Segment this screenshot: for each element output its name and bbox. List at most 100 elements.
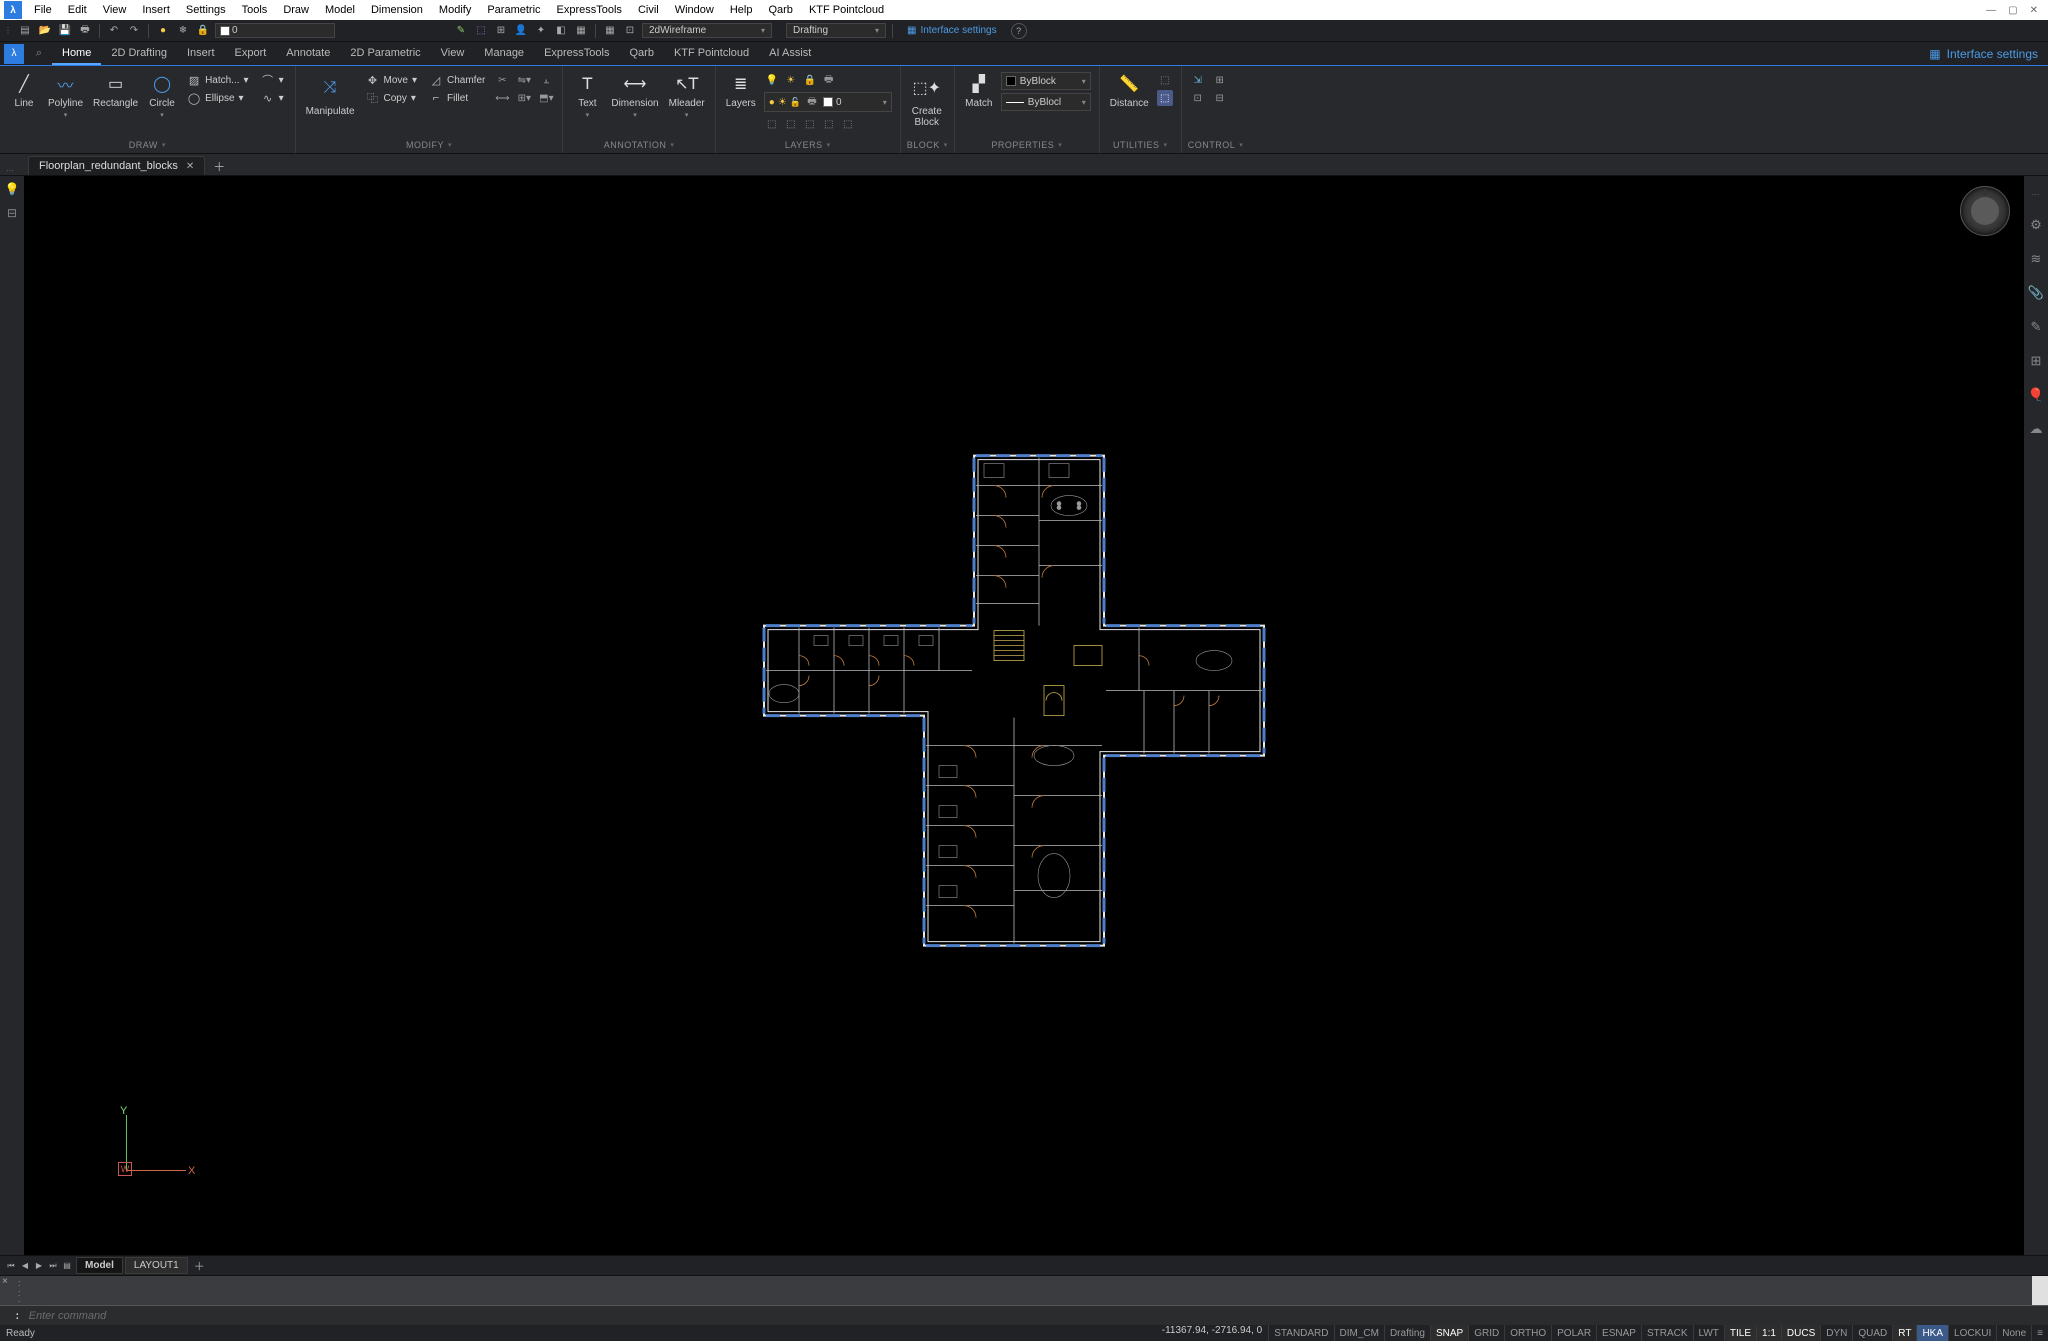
status-toggle-dyn[interactable]: DYN [1820,1325,1852,1341]
layers-button[interactable]: ≣Layers [722,70,760,111]
layer-plot-icon[interactable]: 🖶 [821,72,837,88]
mleader-button[interactable]: ↖𝖳Mleader▾ [665,70,709,121]
layout-tab-model[interactable]: Model [76,1257,123,1274]
grid-panel-icon[interactable]: ⊞ [2031,353,2042,369]
panel-title-draw[interactable]: DRAW [6,137,289,153]
menu-model[interactable]: Model [317,2,363,18]
status-toggle-esnap[interactable]: ESNAP [1596,1325,1641,1341]
tool-icon-3[interactable]: ⊞ [493,23,509,39]
text-button[interactable]: 𝖳Text▾ [569,70,605,121]
maximize-button[interactable]: ▢ [2004,5,2021,16]
layer-bulb-icon[interactable]: 💡 [764,72,780,88]
linetype-dropdown[interactable]: ByBlocl [1001,93,1091,111]
ellipse-button[interactable]: ◯Ellipse ▾ [184,90,252,106]
menu-insert[interactable]: Insert [134,2,178,18]
ribbon-tab-annotate[interactable]: Annotate [276,43,340,65]
pencil-icon[interactable]: ✎ [2031,319,2042,335]
control-icon-1[interactable]: ⇲ [1190,72,1206,88]
minimize-button[interactable]: — [1982,5,2000,16]
interface-settings-button[interactable]: ▦ Interface settings [1919,45,2048,63]
close-tab-icon[interactable]: ✕ [186,161,194,172]
layer-dropdown[interactable]: ● ☀ 🔓 🖶 0 [764,92,892,112]
new-icon[interactable]: ▤ [17,23,33,39]
ribbon-tab-qarb[interactable]: Qarb [619,43,663,65]
structure-icon[interactable]: ⊟ [7,206,17,220]
circle-button[interactable]: ◯Circle▾ [144,70,180,121]
create-block-button[interactable]: ⬚✦Create Block [907,70,947,130]
panel-title-block[interactable]: BLOCK [907,137,948,153]
menu-view[interactable]: View [95,2,135,18]
ribbon-tab-ktf-pointcloud[interactable]: KTF Pointcloud [664,43,759,65]
color-dropdown[interactable]: ByBlock [1001,72,1091,90]
menu-window[interactable]: Window [667,2,722,18]
menu-help[interactable]: Help [722,2,761,18]
trim-icon[interactable]: ✂ [494,72,510,88]
idea-icon[interactable]: 💡 [5,182,20,196]
menu-dimension[interactable]: Dimension [363,2,431,18]
layer-tool-1[interactable]: ⬚ [764,116,780,132]
help-icon[interactable]: ? [1011,23,1027,39]
status-toggle-hka[interactable]: HKA [1916,1325,1948,1341]
control-icon-3[interactable]: ⊞ [1212,72,1228,88]
layer-tool-5[interactable]: ⬚ [840,116,856,132]
ribbon-tab-2d-parametric[interactable]: 2D Parametric [340,43,430,65]
ribbon-tab-manage[interactable]: Manage [474,43,534,65]
status-toggle-snap[interactable]: SNAP [1430,1325,1468,1341]
ribbon-tab-home[interactable]: Home [52,43,101,65]
line-button[interactable]: ╱Line [6,70,42,111]
start-button[interactable]: λ [4,44,24,64]
layout-tab-layout1[interactable]: LAYOUT1 [125,1257,188,1274]
layer-sun-icon[interactable]: ☀ [783,72,799,88]
menu-file[interactable]: File [26,2,60,18]
panel-title-annotation[interactable]: ANNOTATION [569,137,708,153]
visual-style-dropdown[interactable]: 2dWireframe [642,23,772,38]
panel-title-properties[interactable]: PROPERTIES [961,137,1093,153]
layers-panel-icon[interactable]: ≋ [2031,251,2042,267]
layer-lock-icon[interactable]: 🔒 [195,23,211,39]
menu-draw[interactable]: Draw [275,2,317,18]
menu-settings[interactable]: Settings [178,2,234,18]
copy-button[interactable]: ⿻Copy ▾ [363,90,420,106]
layer-lock-icon[interactable]: 🔒 [802,72,818,88]
ribbon-tab-view[interactable]: View [431,43,475,65]
undo-icon[interactable]: ↶ [106,23,122,39]
status-dimstyle[interactable]: DIM_CM [1334,1325,1384,1341]
ribbon-tab-insert[interactable]: Insert [177,43,225,65]
panel-title-modify[interactable]: MODIFY [302,137,557,153]
menu-tools[interactable]: Tools [234,2,276,18]
print-icon[interactable]: 🖶 [77,23,93,39]
cloud-icon[interactable]: ☁ [2030,421,2043,437]
polyline-button[interactable]: 〰Polyline▾ [44,70,87,121]
panel-title-utilities[interactable]: UTILITIES [1106,137,1175,153]
status-toggle-grid[interactable]: GRID [1468,1325,1504,1341]
layout-last-icon[interactable]: ⏭ [46,1259,60,1273]
layer-tool-2[interactable]: ⬚ [783,116,799,132]
manipulate-button[interactable]: ⤨Manipulate [302,70,359,119]
layer-quick-select[interactable]: 0 [215,23,335,38]
balloon-icon[interactable]: 🎈 [2028,387,2044,403]
menu-parametric[interactable]: Parametric [479,2,548,18]
control-icon-4[interactable]: ⊟ [1212,90,1228,106]
menu-civil[interactable]: Civil [630,2,667,18]
tool-icon-2[interactable]: ⬚ [473,23,489,39]
command-line[interactable]: : Enter command [0,1305,2048,1325]
status-toggle-none[interactable]: None [1996,1325,2031,1341]
tool-icon-1[interactable]: ✎ [453,23,469,39]
ribbon-tab-expresstools[interactable]: ExpressTools [534,43,619,65]
save-icon[interactable]: 💾 [57,23,73,39]
tool-icon-4[interactable]: 👤 [513,23,529,39]
open-icon[interactable]: 📂 [37,23,53,39]
break-icon[interactable]: ⫠ [538,72,554,88]
layout-list-icon[interactable]: ▤ [60,1259,74,1273]
move-button[interactable]: ✥Move ▾ [363,72,420,88]
grid-icon[interactable]: ▦ [602,23,618,39]
menu-expresstools[interactable]: ExpressTools [549,2,630,18]
menu-modify[interactable]: Modify [431,2,479,18]
add-layout-button[interactable]: ＋ [188,1258,211,1274]
add-tab-button[interactable]: ＋ [205,158,233,175]
layout-first-icon[interactable]: ⏮ [4,1259,18,1273]
hatch-button[interactable]: ▨Hatch... ▾ [184,72,252,88]
tool-icon-6[interactable]: ◧ [553,23,569,39]
attach-icon[interactable]: 📎 [2028,285,2044,301]
control-icon-2[interactable]: ⊡ [1190,90,1206,106]
